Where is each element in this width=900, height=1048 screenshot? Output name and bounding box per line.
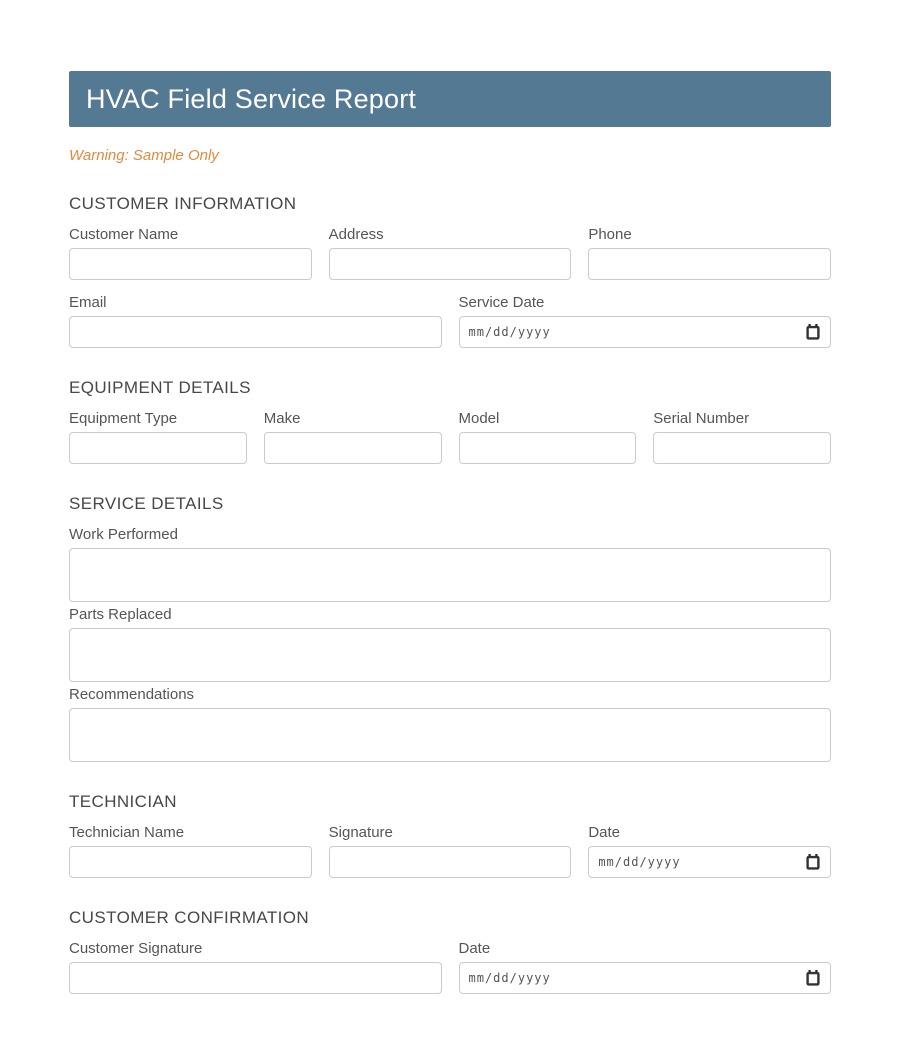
model-label: Model — [458, 410, 500, 427]
email-label: Email — [69, 294, 107, 311]
parts-replaced-textarea[interactable] — [69, 628, 831, 682]
email-input[interactable] — [69, 316, 442, 348]
service-date-input[interactable]: mm/dd/yyyy — [458, 316, 831, 348]
field-email: Email — [69, 295, 442, 348]
signature-input[interactable] — [328, 846, 572, 878]
address-label: Address — [328, 226, 384, 243]
phone-input[interactable] — [588, 248, 831, 280]
customer-signature-label: Customer Signature — [69, 940, 203, 957]
form-title: HVAC Field Service Report — [86, 83, 417, 114]
customer-signature-input[interactable] — [69, 962, 442, 994]
customer-row-2: Email Service Date mm/dd/yyyy — [69, 295, 831, 348]
field-make: Make — [263, 410, 442, 464]
technician-name-input[interactable] — [69, 846, 312, 878]
calendar-icon[interactable] — [806, 970, 820, 986]
work-performed-label: Work Performed — [69, 526, 178, 543]
technician-date-label: Date — [588, 824, 621, 841]
service-date-placeholder: mm/dd/yyyy — [468, 325, 551, 339]
section-technician: TECHNICIAN Technician Name Signature Dat… — [69, 793, 831, 878]
customer-row-1: Customer Name Address Phone — [69, 227, 831, 280]
section-title-customer-information: CUSTOMER INFORMATION — [69, 194, 297, 213]
service-date-label: Service Date — [458, 294, 545, 311]
signature-label: Signature — [328, 824, 393, 841]
make-label: Make — [263, 410, 301, 427]
make-input[interactable] — [263, 432, 442, 464]
service-row-recommendations: Recommendations — [69, 687, 831, 762]
calendar-icon[interactable] — [806, 854, 820, 870]
section-equipment-details: EQUIPMENT DETAILS Equipment Type Make Mo… — [69, 379, 831, 464]
field-equipment-type: Equipment Type — [69, 411, 247, 464]
serial-number-input[interactable] — [653, 432, 831, 464]
phone-label: Phone — [588, 226, 632, 243]
work-performed-textarea[interactable] — [69, 548, 831, 602]
field-phone: Phone — [588, 227, 831, 280]
form-page: HVAC Field Service Report Warning: Sampl… — [0, 0, 900, 1048]
field-serial-number: Serial Number — [653, 411, 831, 464]
field-work-performed: Work Performed — [69, 527, 831, 602]
field-technician-date: Date mm/dd/yyyy — [588, 825, 831, 878]
confirmation-date-label: Date — [458, 940, 491, 957]
form-header-bar: HVAC Field Service Report — [69, 71, 831, 127]
equipment-type-label: Equipment Type — [69, 410, 178, 427]
recommendations-label: Recommendations — [69, 686, 195, 703]
model-input[interactable] — [458, 432, 637, 464]
section-title-technician: TECHNICIAN — [69, 792, 177, 811]
section-service-details: SERVICE DETAILS Work Performed Parts Rep… — [69, 495, 831, 762]
confirmation-row: Customer Signature Date mm/dd/yyyy — [69, 941, 831, 994]
field-technician-name: Technician Name — [69, 825, 312, 878]
confirmation-date-placeholder: mm/dd/yyyy — [468, 971, 551, 985]
technician-name-label: Technician Name — [69, 824, 185, 841]
parts-replaced-label: Parts Replaced — [69, 606, 172, 623]
service-row-parts-replaced: Parts Replaced — [69, 607, 831, 682]
field-confirmation-date: Date mm/dd/yyyy — [458, 940, 831, 994]
field-recommendations: Recommendations — [69, 687, 831, 762]
field-customer-signature: Customer Signature — [69, 941, 442, 994]
section-customer-confirmation: CUSTOMER CONFIRMATION Customer Signature… — [69, 909, 831, 994]
technician-date-placeholder: mm/dd/yyyy — [598, 855, 681, 869]
field-customer-name: Customer Name — [69, 227, 312, 280]
field-model: Model — [458, 410, 637, 464]
customer-name-label: Customer Name — [69, 226, 179, 243]
field-parts-replaced: Parts Replaced — [69, 607, 831, 682]
serial-number-label: Serial Number — [653, 410, 750, 427]
section-title-service-details: SERVICE DETAILS — [69, 494, 224, 513]
equipment-type-input[interactable] — [69, 432, 247, 464]
field-signature: Signature — [328, 824, 572, 878]
section-title-equipment-details: EQUIPMENT DETAILS — [69, 378, 251, 397]
address-input[interactable] — [328, 248, 572, 280]
section-title-customer-confirmation: CUSTOMER CONFIRMATION — [69, 908, 310, 927]
recommendations-textarea[interactable] — [69, 708, 831, 762]
equipment-row: Equipment Type Make Model Serial Number — [69, 411, 831, 464]
confirmation-date-input[interactable]: mm/dd/yyyy — [458, 962, 831, 994]
customer-name-input[interactable] — [69, 248, 312, 280]
field-service-date: Service Date mm/dd/yyyy — [458, 294, 831, 348]
calendar-icon[interactable] — [806, 324, 820, 340]
warning-text: Warning: Sample Only — [69, 147, 219, 164]
technician-row: Technician Name Signature Date mm/dd/yyy… — [69, 825, 831, 878]
section-customer-information: CUSTOMER INFORMATION Customer Name Addre… — [69, 195, 831, 348]
field-address: Address — [328, 226, 572, 280]
service-row-work-performed: Work Performed — [69, 527, 831, 602]
technician-date-input[interactable]: mm/dd/yyyy — [588, 846, 831, 878]
